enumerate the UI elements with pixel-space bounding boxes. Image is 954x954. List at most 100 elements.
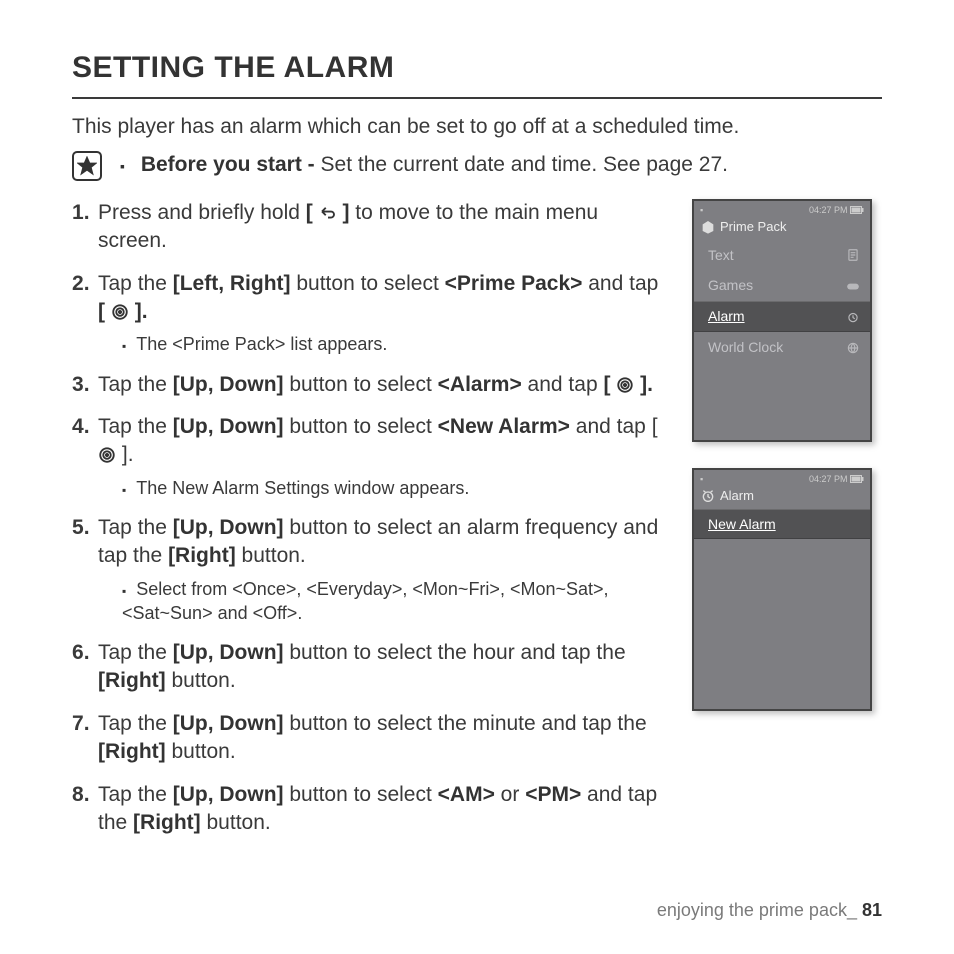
step-2: Tap the [Left, Right] button to select <… (72, 270, 666, 357)
step-text: Tap the (98, 272, 173, 295)
globe-icon (846, 341, 860, 355)
option-ref: <PM> (525, 783, 581, 806)
step-6: Tap the [Up, Down] button to select the … (72, 639, 666, 696)
option-ref: <AM> (438, 783, 495, 806)
page-heading: SETTING THE ALARM (72, 48, 882, 99)
intro-text: This player has an alarm which can be se… (72, 113, 882, 141)
note-text: Before you start - Set the current date … (114, 151, 728, 179)
device-menu-label: World Clock (708, 338, 783, 357)
page-number: 81 (862, 900, 882, 920)
bracket-open: [ (306, 201, 313, 224)
alarm-clock-icon (700, 488, 716, 504)
option-ref: <New Alarm> (438, 415, 570, 438)
step-text: Tap the (98, 415, 173, 438)
step-text: button to select (284, 415, 438, 438)
step-text: button. (166, 669, 236, 692)
button-ref: [Right] (98, 740, 166, 763)
device-menu-label: Alarm (708, 307, 745, 326)
button-ref: [Right] (98, 669, 166, 692)
device-title: Alarm (720, 487, 754, 505)
bracket-open: [ (603, 373, 610, 396)
button-ref: [Right] (168, 544, 236, 567)
button-ref: [Left, Right] (173, 272, 291, 295)
status-time: 04:27 PM (809, 205, 848, 215)
page-footer: enjoying the prime pack_ 81 (657, 898, 882, 922)
status-dot: ▪ (700, 204, 703, 216)
select-target-icon (98, 446, 116, 464)
star-icon (72, 151, 102, 181)
note-row: Before you start - Set the current date … (72, 151, 882, 181)
step-4: Tap the [Up, Down] button to select <New… (72, 413, 666, 500)
step-text: and tap (570, 415, 652, 438)
step-substep: The <Prime Pack> list appears. (98, 332, 666, 356)
note-body: Set the current date and time. See page … (321, 153, 728, 176)
step-text: Tap the (98, 516, 173, 539)
button-ref: [Up, Down] (173, 641, 284, 664)
step-8: Tap the [Up, Down] button to select <AM>… (72, 781, 666, 838)
device-menu-item: New Alarm (694, 509, 870, 540)
status-time: 04:27 PM (809, 474, 848, 484)
back-icon (319, 204, 337, 222)
step-substep: Select from <Once>, <Everyday>, <Mon~Fri… (98, 577, 666, 626)
step-text: button. (201, 811, 271, 834)
step-text: button. (236, 544, 306, 567)
step-text: Tap the (98, 373, 173, 396)
device-menu-label: New Alarm (708, 515, 776, 534)
device-menu-item: Games (694, 270, 870, 301)
device-header: Alarm (694, 485, 870, 509)
step-text: Tap the (98, 641, 173, 664)
step-substep: The New Alarm Settings window appears. (98, 476, 666, 500)
device-screenshot-prime-pack: ▪ 04:27 PM Prime Pack Text Games Alarm Worl… (692, 199, 872, 442)
device-menu-label: Games (708, 276, 753, 295)
step-text: button to select (284, 373, 438, 396)
bracket-open: [ (98, 300, 105, 323)
button-ref: [Up, Down] (173, 783, 284, 806)
step-text: Tap the (98, 783, 173, 806)
device-screenshot-alarm: ▪ 04:27 PM Alarm New Alarm (692, 468, 872, 711)
button-ref: [Up, Down] (173, 712, 284, 735)
gamepad-icon (846, 279, 860, 293)
step-text: and tap (522, 373, 604, 396)
button-ref: [Up, Down] (173, 373, 284, 396)
button-ref: [Up, Down] (173, 516, 284, 539)
period: . (647, 373, 653, 396)
button-ref: [Right] (133, 811, 201, 834)
option-ref: <Alarm> (438, 373, 522, 396)
step-text: button to select the hour and tap the (284, 641, 626, 664)
step-7: Tap the [Up, Down] button to select the … (72, 710, 666, 767)
alarm-clock-icon (846, 310, 860, 324)
step-text: or (495, 783, 525, 806)
step-1: Press and briefly hold [ ] to move to th… (72, 199, 666, 256)
step-text: and tap (582, 272, 658, 295)
bracket-close: ] (135, 300, 142, 323)
battery-icon (850, 206, 864, 214)
battery-icon (850, 475, 864, 483)
device-menu-item: World Clock (694, 332, 870, 363)
status-dot: ▪ (700, 473, 703, 485)
footer-text: enjoying the prime pack_ (657, 900, 862, 920)
step-text: button. (166, 740, 236, 763)
device-menu-item: Text (694, 240, 870, 271)
step-text: Press and briefly hold (98, 201, 306, 224)
prime-pack-icon (700, 219, 716, 235)
device-title: Prime Pack (720, 218, 786, 236)
bracket-open: [ (652, 415, 658, 438)
button-ref: [Up, Down] (173, 415, 284, 438)
device-menu-label: Text (708, 246, 734, 265)
period: . (142, 300, 148, 323)
steps-list: Press and briefly hold [ ] to move to th… (72, 199, 666, 837)
device-menu-item: Alarm (694, 301, 870, 332)
step-text: button to select (284, 783, 438, 806)
step-text: button to select (291, 272, 445, 295)
select-target-icon (111, 303, 129, 321)
option-ref: <Prime Pack> (445, 272, 583, 295)
step-text: button to select the minute and tap the (284, 712, 647, 735)
step-5: Tap the [Up, Down] button to select an a… (72, 514, 666, 625)
select-target-icon (616, 376, 634, 394)
note-prefix: Before you start - (141, 153, 321, 176)
device-header: Prime Pack (694, 216, 870, 240)
period: . (128, 443, 134, 466)
step-text: Tap the (98, 712, 173, 735)
step-3: Tap the [Up, Down] button to select <Ala… (72, 371, 666, 399)
document-icon (846, 248, 860, 262)
